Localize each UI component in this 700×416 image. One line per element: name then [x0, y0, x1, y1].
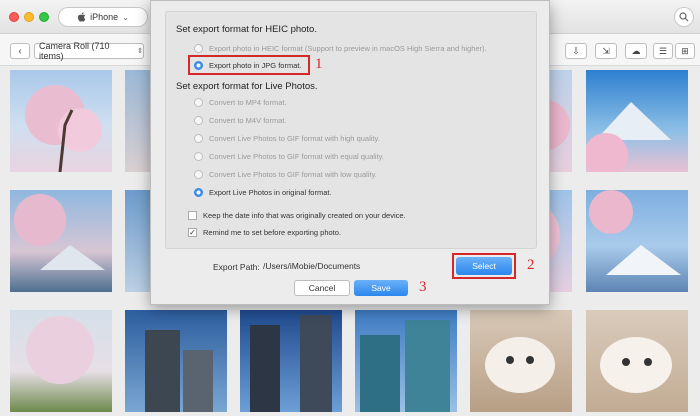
export-to-device-button[interactable]: ⇲: [595, 43, 617, 59]
live-option-gif-equal[interactable]: Convert Live Photos to GIF format with e…: [194, 152, 384, 161]
mount-fuji-blossom-image: [589, 190, 681, 275]
step-number-2: 2: [527, 257, 535, 273]
mount-fuji-image: [586, 102, 671, 172]
skyscrapers-image: [360, 320, 450, 412]
export-path-value: /Users/iMobie/Documents: [263, 261, 361, 271]
minimize-window-button[interactable]: [24, 12, 34, 22]
cherry-blossom-image: [25, 85, 102, 172]
apple-icon: [78, 12, 86, 22]
album-name: Camera Roll (710 items): [39, 41, 110, 61]
live-option-gif-low[interactable]: Convert Live Photos to GIF format with l…: [194, 170, 377, 179]
live-option-mp4[interactable]: Convert to MP4 format.: [194, 98, 287, 107]
save-button[interactable]: Save: [354, 280, 408, 296]
close-window-button[interactable]: [9, 12, 19, 22]
select-button[interactable]: Select: [456, 257, 512, 275]
album-selector[interactable]: Camera Roll (710 items) ⇕: [34, 41, 144, 61]
step-number-3: 3: [419, 279, 427, 295]
back-button[interactable]: ‹: [10, 43, 30, 59]
live-option-gif-high[interactable]: Convert Live Photos to GIF format with h…: [194, 134, 380, 143]
lake-fuji-image: [14, 194, 105, 270]
photo-thumbnail[interactable]: [586, 310, 688, 412]
cloud-upload-button[interactable]: ☁: [625, 43, 647, 59]
send-icon: ⇲: [602, 45, 610, 56]
photo-thumbnail[interactable]: [586, 70, 688, 172]
export-path-label: Export Path:: [213, 262, 260, 272]
radio-button[interactable]: [194, 44, 203, 53]
live-option-m4v[interactable]: Convert to M4V format.: [194, 116, 287, 125]
export-settings-dialog: Set export format for HEIC photo. Export…: [150, 0, 550, 305]
photo-thumbnail[interactable]: [355, 310, 457, 412]
zoom-window-button[interactable]: [39, 12, 49, 22]
city-building-image: [145, 330, 213, 412]
search-icon: [679, 12, 689, 22]
checkbox[interactable]: [188, 211, 197, 220]
radio-button-selected[interactable]: [194, 188, 203, 197]
radio-button[interactable]: [194, 134, 203, 143]
radio-button[interactable]: [194, 152, 203, 161]
step-number-1: 1: [315, 56, 323, 72]
photo-thumbnail[interactable]: [10, 190, 112, 292]
photo-thumbnail[interactable]: [470, 310, 572, 412]
photo-thumbnail[interactable]: [10, 310, 112, 412]
city-street-image: [250, 315, 332, 412]
remind-me-checkbox[interactable]: ✓ Remind me to set before exporting phot…: [188, 228, 341, 237]
live-option-original[interactable]: Export Live Photos in original format.: [194, 188, 332, 197]
cancel-button[interactable]: Cancel: [294, 280, 350, 296]
export-to-computer-button[interactable]: ⇩: [565, 43, 587, 59]
live-section-title: Set export format for Live Photos.: [176, 81, 318, 92]
radio-button[interactable]: [194, 116, 203, 125]
chevron-left-icon: ‹: [18, 45, 22, 57]
highlight-box-jpg: [188, 55, 310, 75]
device-selector[interactable]: iPhone ⌄: [58, 7, 148, 27]
grid-icon: ⊞: [681, 45, 689, 56]
blossom-tree-image: [26, 316, 94, 384]
list-icon: ☰: [658, 45, 668, 56]
search-button[interactable]: [674, 7, 694, 27]
cloud-icon: ☁: [631, 45, 641, 56]
photo-thumbnail[interactable]: [10, 70, 112, 172]
checkbox-checked[interactable]: ✓: [188, 228, 197, 237]
download-tray-icon: ⇩: [572, 45, 580, 56]
keep-date-checkbox[interactable]: Keep the date info that was originally c…: [188, 211, 406, 220]
radio-button[interactable]: [194, 170, 203, 179]
updown-chevron-icon: ⇕: [137, 48, 143, 55]
cat-image: [600, 337, 672, 393]
heic-option-heic[interactable]: Export photo in HEIC format (Support to …: [194, 44, 487, 53]
photo-thumbnail[interactable]: [125, 310, 227, 412]
device-name: iPhone: [90, 12, 119, 22]
cat-image: [485, 337, 555, 393]
grid-view-button[interactable]: ⊞: [675, 43, 695, 59]
export-options-panel: Set export format for HEIC photo. Export…: [165, 11, 537, 249]
heic-section-title: Set export format for HEIC photo.: [176, 24, 317, 35]
radio-button[interactable]: [194, 98, 203, 107]
chevron-down-icon: ⌄: [122, 12, 129, 22]
list-view-button[interactable]: ☰: [653, 43, 673, 59]
photo-thumbnail[interactable]: [240, 310, 342, 412]
photo-thumbnail[interactable]: [586, 190, 688, 292]
